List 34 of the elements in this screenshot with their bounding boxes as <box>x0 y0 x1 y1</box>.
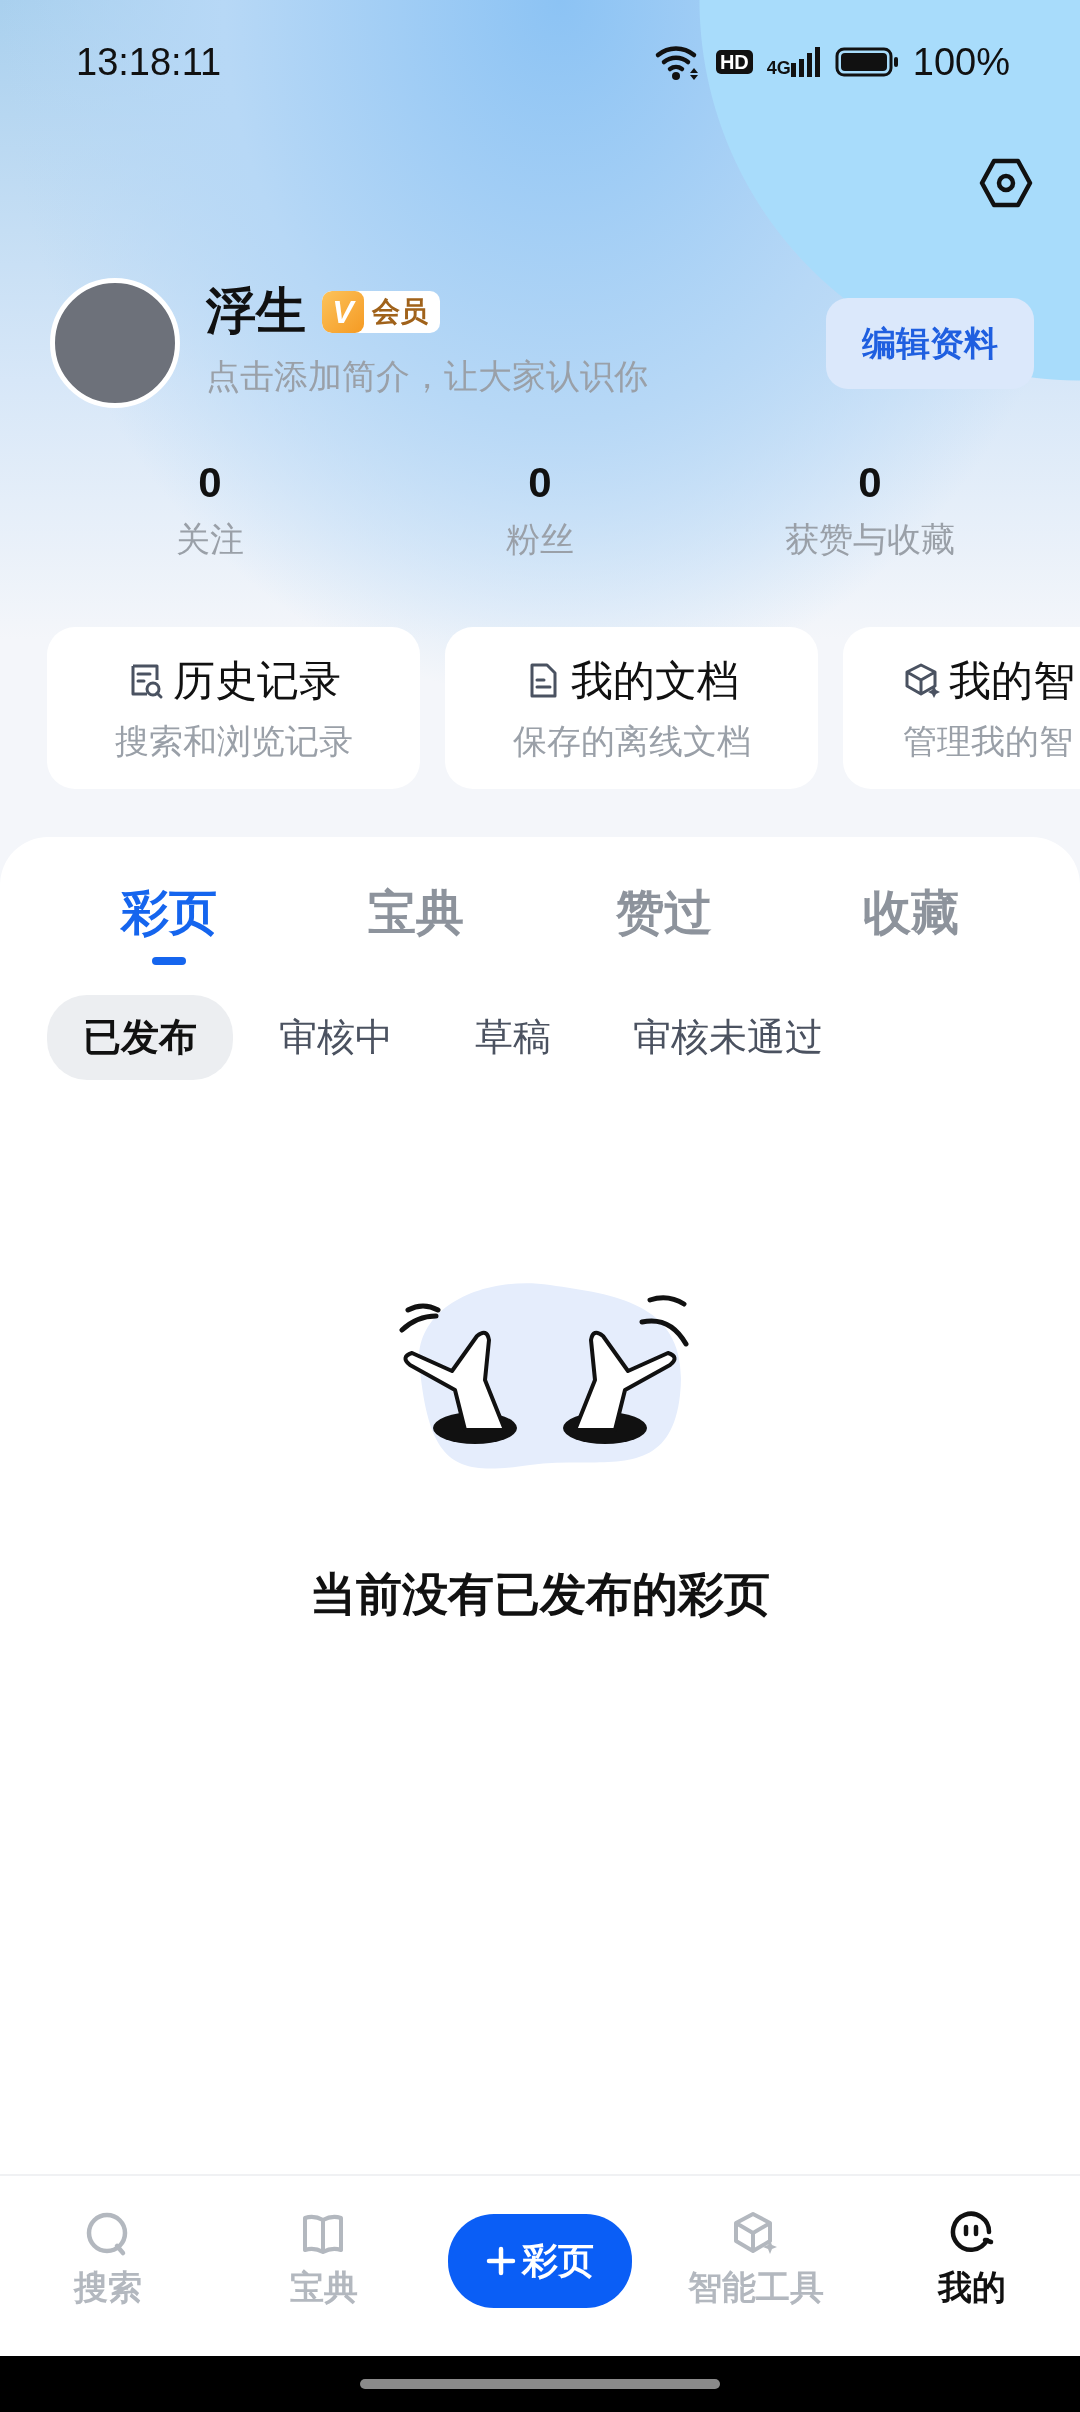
empty-message: 当前没有已发布的彩页 <box>310 1567 770 1623</box>
shortcut-card[interactable]: 我的文档 保存的离线文档 <box>445 627 818 790</box>
cube-sparkle-icon <box>903 661 941 700</box>
signal-icon <box>790 47 821 77</box>
plus-icon <box>486 2246 516 2276</box>
shortcut-title: 历史记录 <box>172 656 341 707</box>
user-name: 浮生 <box>206 284 306 339</box>
filter-chip[interactable]: 审核未通过 <box>597 995 859 1081</box>
stat-value[interactable]: 0 <box>198 460 222 507</box>
filter-chip[interactable]: 审核中 <box>243 995 429 1081</box>
stat-value[interactable]: 0 <box>858 460 882 507</box>
battery-level: 100% <box>912 39 1010 85</box>
shortcut-subtitle: 保存的离线文档 <box>512 721 751 763</box>
create-page-button[interactable]: 彩页 <box>448 2214 632 2308</box>
shortcut-card[interactable]: 我的智 管理我的智 <box>843 627 1080 790</box>
content-tab[interactable]: 赞过 <box>540 877 788 966</box>
shortcut-subtitle: 搜索和浏览记录 <box>114 721 353 763</box>
battery-icon <box>834 47 899 77</box>
hd-indicator: HD <box>715 50 753 74</box>
network-type: 4G <box>766 59 791 77</box>
vip-badge: V 会员 <box>322 290 440 333</box>
edit-profile-button[interactable]: 编辑资料 <box>826 297 1034 389</box>
content-tab[interactable]: 彩页 <box>45 877 293 966</box>
content-tab[interactable]: 宝典 <box>292 877 540 966</box>
shortcut-title: 我的智 <box>949 656 1075 707</box>
filter-chip[interactable]: 已发布 <box>47 995 233 1081</box>
shortcut-title: 我的文档 <box>570 656 739 707</box>
content-tab[interactable]: 收藏 <box>787 877 1035 966</box>
stat-value[interactable]: 0 <box>528 460 552 507</box>
shortcut-subtitle: 管理我的智 <box>903 721 1073 763</box>
nav-tab[interactable]: 我的 <box>864 2209 1080 2313</box>
shortcut-card[interactable]: 历史记录 搜索和浏览记录 <box>47 627 420 790</box>
filter-chip[interactable]: 草稿 <box>439 995 587 1081</box>
status-time: 13:18:11 <box>76 39 222 85</box>
